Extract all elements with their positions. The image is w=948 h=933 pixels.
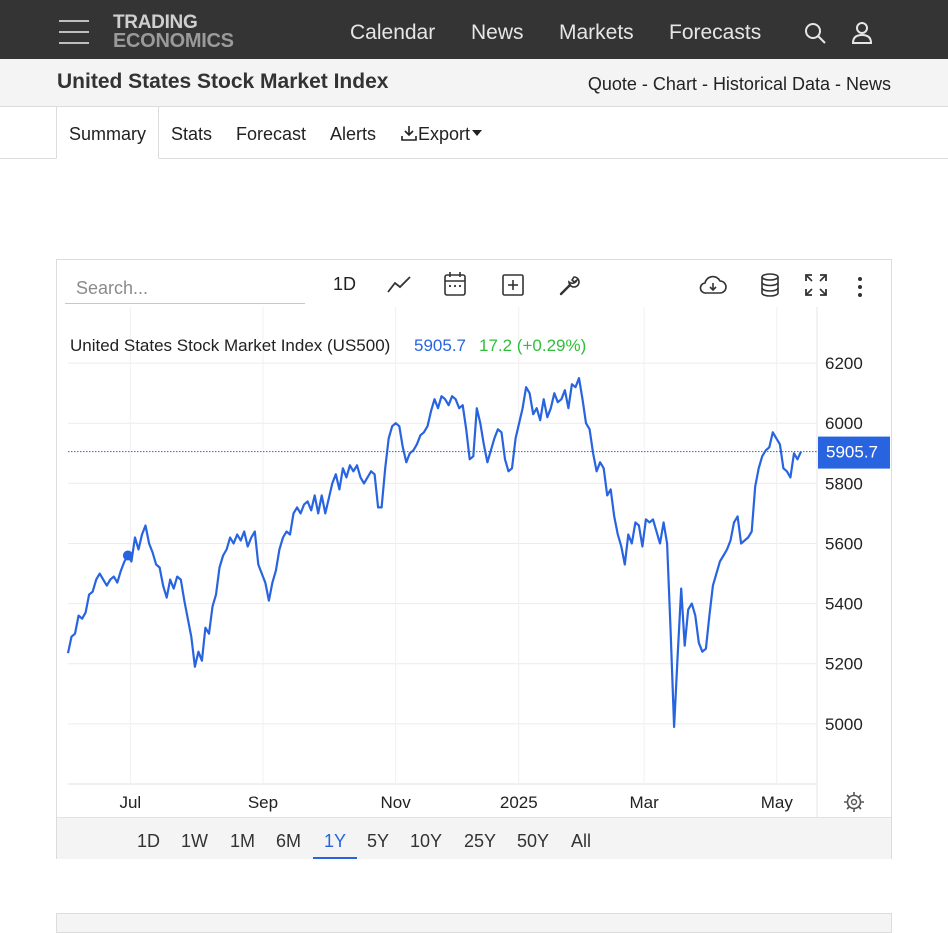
price-chart[interactable]: United States Stock Market Index (US500)… [57, 307, 891, 817]
y-tick-label: 5400 [825, 595, 863, 614]
tab-export-label: Export [418, 124, 471, 144]
link-historical-data[interactable]: Historical Data [713, 74, 830, 94]
x-tick-label: Sep [248, 793, 278, 812]
next-section [56, 913, 892, 933]
separator: - [696, 74, 713, 94]
range-1d[interactable]: 1D [137, 831, 160, 852]
user-icon[interactable] [850, 21, 874, 45]
price-badge-label: 5905.7 [826, 443, 878, 462]
chart-type-icon[interactable] [386, 274, 412, 296]
x-tick-label: Jul [119, 793, 141, 812]
range-selector: 1D 1W 1M 6M 1Y 5Y 10Y 25Y 50Y All [57, 817, 891, 859]
x-tick-label: 2025 [500, 793, 538, 812]
x-tick-label: Nov [381, 793, 412, 812]
link-news[interactable]: News [846, 74, 891, 94]
wrench-icon[interactable] [557, 274, 581, 298]
fullscreen-icon[interactable] [804, 273, 828, 297]
tab-alerts[interactable]: Alerts [330, 124, 376, 145]
breadcrumb-links: Quote - Chart - Historical Data - News [588, 74, 891, 95]
logo-line2: ECONOMICS [113, 30, 234, 52]
hover-marker [122, 550, 133, 561]
nav-markets[interactable]: Markets [559, 21, 634, 45]
separator: - [636, 74, 653, 94]
more-options-icon[interactable] [856, 275, 864, 299]
legend-change: 17.2 (+0.29%) [479, 336, 586, 355]
range-5y[interactable]: 5Y [367, 831, 389, 852]
chart-search-input[interactable] [65, 274, 305, 304]
range-25y[interactable]: 25Y [464, 831, 496, 852]
y-tick-label: 6000 [825, 414, 863, 433]
cloud-download-icon[interactable] [698, 274, 728, 298]
top-nav: TRADING ECONOMICS Calendar News Markets … [0, 0, 948, 59]
y-tick-label: 6200 [825, 354, 863, 373]
nav-calendar[interactable]: Calendar [350, 21, 435, 45]
active-range-underline [313, 857, 357, 859]
x-tick-label: May [761, 793, 794, 812]
nav-news[interactable]: News [471, 21, 524, 45]
range-1w[interactable]: 1W [181, 831, 208, 852]
search-icon[interactable] [803, 21, 827, 45]
chart-panel: 1D United States Stock Market Index (U [56, 259, 892, 859]
range-10y[interactable]: 10Y [410, 831, 442, 852]
x-tick-label: Mar [629, 793, 659, 812]
y-tick-label: 5000 [825, 715, 863, 734]
caret-down-icon [472, 130, 483, 136]
add-indicator-icon[interactable] [501, 273, 525, 297]
download-icon [401, 126, 417, 141]
menu-icon[interactable] [59, 20, 89, 44]
range-1y[interactable]: 1Y [324, 831, 346, 852]
y-tick-label: 5600 [825, 534, 863, 553]
nav-forecasts[interactable]: Forecasts [669, 21, 761, 45]
interval-button[interactable]: 1D [333, 274, 356, 295]
legend-last-value: 5905.7 [414, 336, 466, 355]
y-tick-label: 5200 [825, 655, 863, 674]
tab-export[interactable]: Export [400, 124, 483, 145]
database-icon[interactable] [759, 273, 781, 297]
tab-bar: Summary Stats Forecast Alerts Export [0, 106, 948, 159]
tab-stats[interactable]: Stats [171, 124, 212, 145]
page-title: United States Stock Market Index [57, 70, 389, 93]
title-bar: United States Stock Market Index Quote -… [0, 59, 948, 107]
separator: - [829, 74, 846, 94]
range-all[interactable]: All [571, 831, 591, 852]
range-1m[interactable]: 1M [230, 831, 255, 852]
range-50y[interactable]: 50Y [517, 831, 549, 852]
legend-series-name: United States Stock Market Index (US500) [70, 336, 390, 355]
tab-forecast[interactable]: Forecast [236, 124, 306, 145]
range-6m[interactable]: 6M [276, 831, 301, 852]
settings-icon[interactable] [844, 792, 864, 812]
link-quote[interactable]: Quote [588, 74, 637, 94]
tab-summary[interactable]: Summary [69, 124, 146, 145]
series-line [66, 377, 803, 728]
link-chart[interactable]: Chart [653, 74, 697, 94]
y-tick-label: 5800 [825, 474, 863, 493]
logo[interactable]: TRADING ECONOMICS [113, 13, 234, 52]
calendar-icon[interactable] [443, 271, 467, 297]
